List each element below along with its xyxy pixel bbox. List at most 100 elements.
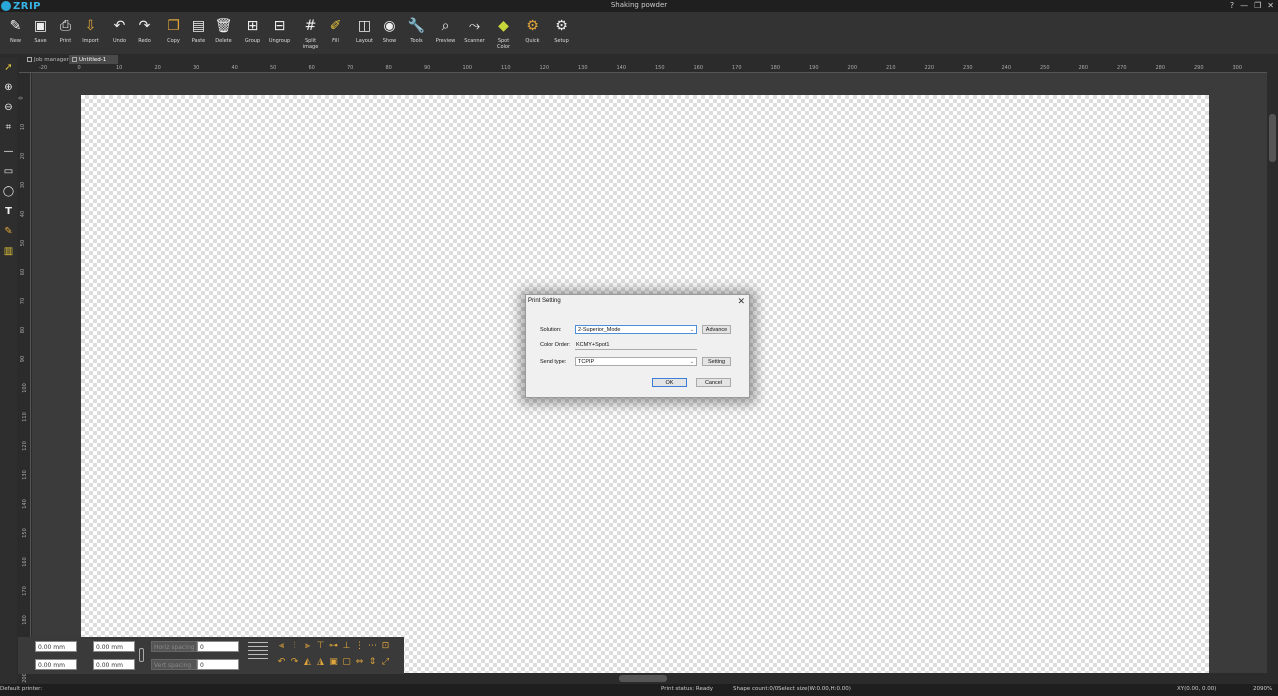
spot-color-label: Spot Color [496,38,511,50]
layout-button[interactable]: ◫ Layout [352,12,377,54]
layout-icon: ◫ [357,18,372,34]
close-icon[interactable]: ✕ [1267,1,1274,10]
send-type-select[interactable]: TCPIP ⌄ [575,357,697,366]
vertical-scroll-thumb[interactable] [1269,114,1276,162]
ruler-tick-label: 200 [847,65,858,71]
horiz-spacing-input[interactable]: 0 [197,641,239,652]
mirror-icon[interactable]: ◮ [315,656,326,667]
undo-button[interactable]: ↶ Undo [107,12,132,54]
solution-select[interactable]: 2-Superior_Mode ⌄ [575,325,697,334]
crop-tool-icon[interactable]: ⌗ [3,122,14,133]
group-button[interactable]: ⊞ Group [240,12,265,54]
show-button[interactable]: ◉ Show [377,12,402,54]
vertical-ruler: 0 10 20 30 40 50 60 70 80 90 100 110 120 130 140 150 160… [18,73,31,683]
rectangle-tool-icon[interactable]: ▭ [3,166,14,177]
quick-label: Quick [525,38,540,44]
ruler-tick-label: 0 [18,96,25,100]
bring-front-icon[interactable]: ▣ [328,656,339,667]
rotate-left-icon[interactable]: ↶ [276,656,287,667]
ruler-tick-label: 160 [693,65,704,71]
aspect-lock-icon[interactable] [139,648,144,662]
vertical-scrollbar[interactable] [1267,64,1278,673]
delete-button[interactable]: 🗑 Delete [211,12,236,54]
preview-icon: ⌕ [441,18,450,34]
spot-color-button[interactable]: ◆ Spot Color [489,12,518,54]
tab-job-manager[interactable]: Job manager [24,55,72,64]
setup-icon: ⚙ [555,18,568,34]
layout-label: Layout [356,38,373,44]
pen-tool-icon[interactable]: ✎ [3,226,14,237]
x-position-input[interactable]: 0.00 mm [35,641,77,652]
y-position-input[interactable]: 0.00 mm [35,659,77,670]
ruler-tick-label: 240 [1001,65,1012,71]
flip-icon[interactable]: ◭ [302,656,313,667]
align-left-icon[interactable]: ⫷ [276,640,287,651]
zoom-out-icon[interactable]: ⊖ [3,102,14,113]
preview-button[interactable]: ⌕ Preview [431,12,460,54]
quick-button[interactable]: ⚙ Quick [518,12,547,54]
app-window: ZRIP Shaking powder ? — ❐ ✕ ✎ New ▣ Save ⎙… [0,0,1278,696]
distribute-v-icon[interactable]: ⋯ [367,640,378,651]
send-type-label: Send type: [540,359,567,365]
setup-button[interactable]: ⚙ Setup [547,12,576,54]
import-button[interactable]: ⇩ Import [78,12,103,54]
scanner-button[interactable]: ⤳ Scanner [460,12,489,54]
rotate-right-icon[interactable]: ↷ [289,656,300,667]
horizontal-scrollbar[interactable] [404,673,1267,684]
horizontal-scroll-thumb[interactable] [619,675,667,682]
send-back-icon[interactable]: ▢ [341,656,352,667]
paste-button[interactable]: ▤ Paste [186,12,211,54]
ruler-tick-label: 70 [20,297,27,305]
barcode-tool-icon[interactable]: ▥ [3,246,14,257]
height-input[interactable]: 0.00 mm [93,659,135,670]
vert-spacing-input[interactable]: 0 [197,659,239,670]
tools-button[interactable]: 🔧 Tools [402,12,431,54]
cancel-button[interactable]: Cancel [696,378,731,387]
save-button[interactable]: ▣ Save [28,12,53,54]
help-icon[interactable]: ? [1230,1,1234,10]
minimize-icon[interactable]: — [1240,1,1248,10]
restore-icon[interactable]: ❐ [1254,1,1261,10]
redo-label: Redo [138,38,151,44]
setting-button[interactable]: Setting [702,357,731,366]
width-input[interactable]: 0.00 mm [93,641,135,652]
center-page-icon[interactable]: ⊡ [380,640,391,651]
ok-button[interactable]: OK [652,378,687,387]
copy-button[interactable]: ❐ Copy [161,12,186,54]
zoom-in-icon[interactable]: ⊕ [3,82,14,93]
new-button[interactable]: ✎ New [3,12,28,54]
redo-button[interactable]: ↷ Redo [132,12,157,54]
copy-icon: ❐ [167,18,180,34]
align-top-icon[interactable]: ⊤ [315,640,326,651]
align-bottom-icon[interactable]: ⊥ [341,640,352,651]
align-middle-icon[interactable]: ⊶ [328,640,339,651]
select-tool-icon[interactable]: ➚ [3,62,14,73]
text-tool-icon[interactable]: T [3,206,14,217]
distribute-h-icon[interactable]: ⋮ [354,640,365,651]
print-button[interactable]: ⎙ Print [53,12,78,54]
line-spacing-icon[interactable] [248,642,268,666]
tab-job-manager-label: Job manager [34,56,69,63]
tab-untitled-1[interactable]: Untitled-1 [69,55,118,64]
delete-icon: 🗑 [214,18,233,34]
split-image-button[interactable]: # Split image [298,12,323,54]
document-tabs: Job manager Untitled-1 [0,54,1278,64]
align-right-icon[interactable]: ⫸ [302,640,313,651]
new-icon: ✎ [9,18,22,34]
same-width-icon[interactable]: ⇔ [354,656,365,667]
ruler-tick-label: 90 [424,65,431,71]
same-size-icon[interactable]: ⤢ [380,656,391,667]
advance-button[interactable]: Advance [702,325,731,334]
ruler-tick-label: 170 [732,65,742,71]
line-tool-icon[interactable]: — [3,146,14,157]
print-setting-dialog: Print Setting ✕ Solution: 2-Superior_Mod… [525,294,750,398]
dialog-close-icon[interactable]: ✕ [737,296,745,307]
ungroup-button[interactable]: ⊟ Ungroup [265,12,294,54]
same-height-icon[interactable]: ⇕ [367,656,378,667]
fill-button[interactable]: ✐ Fill [323,12,348,54]
quick-icon: ⚙ [526,18,539,34]
setup-label: Setup [554,38,569,44]
ruler-tick-label: 260 [1078,65,1089,71]
align-center-h-icon[interactable]: ⫶ [289,640,300,651]
ellipse-tool-icon[interactable]: ◯ [3,186,14,197]
